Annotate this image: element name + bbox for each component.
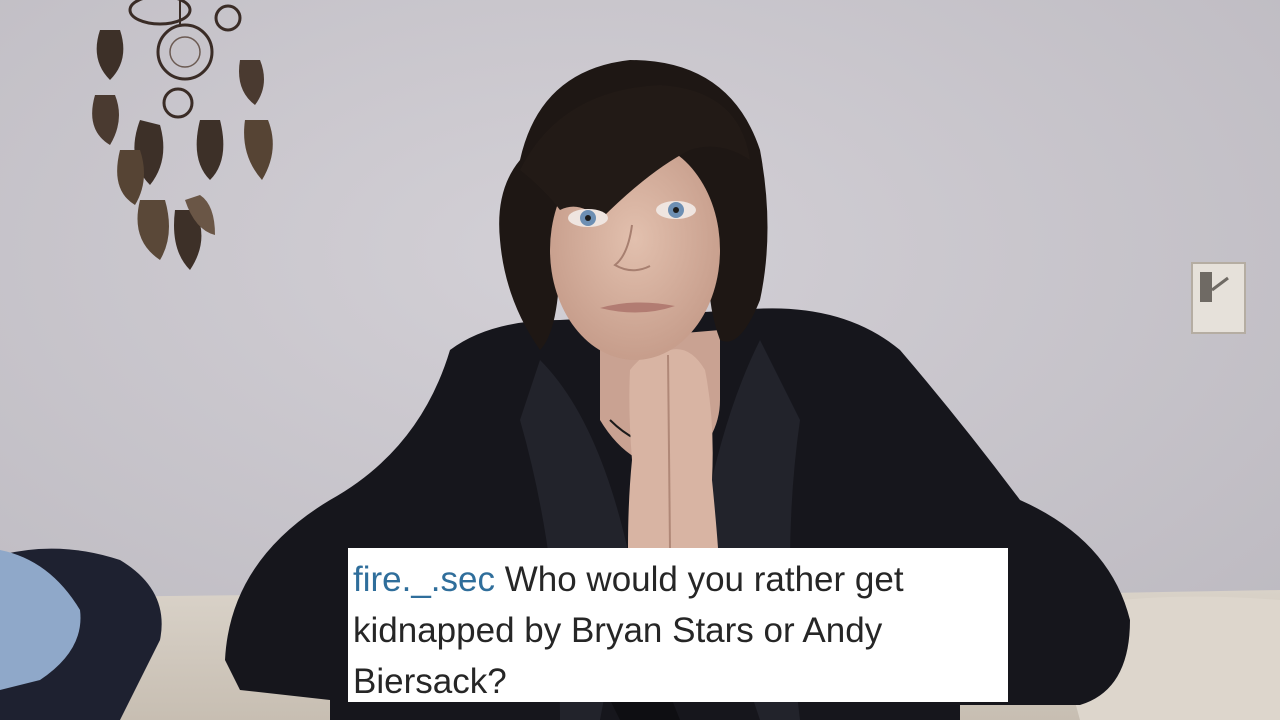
light-switch <box>1191 262 1246 334</box>
praying-hands <box>628 349 718 548</box>
caption-username: fire._.sec <box>353 560 495 599</box>
question-caption: fire._.sec Who would you rather get kidn… <box>348 548 1008 702</box>
